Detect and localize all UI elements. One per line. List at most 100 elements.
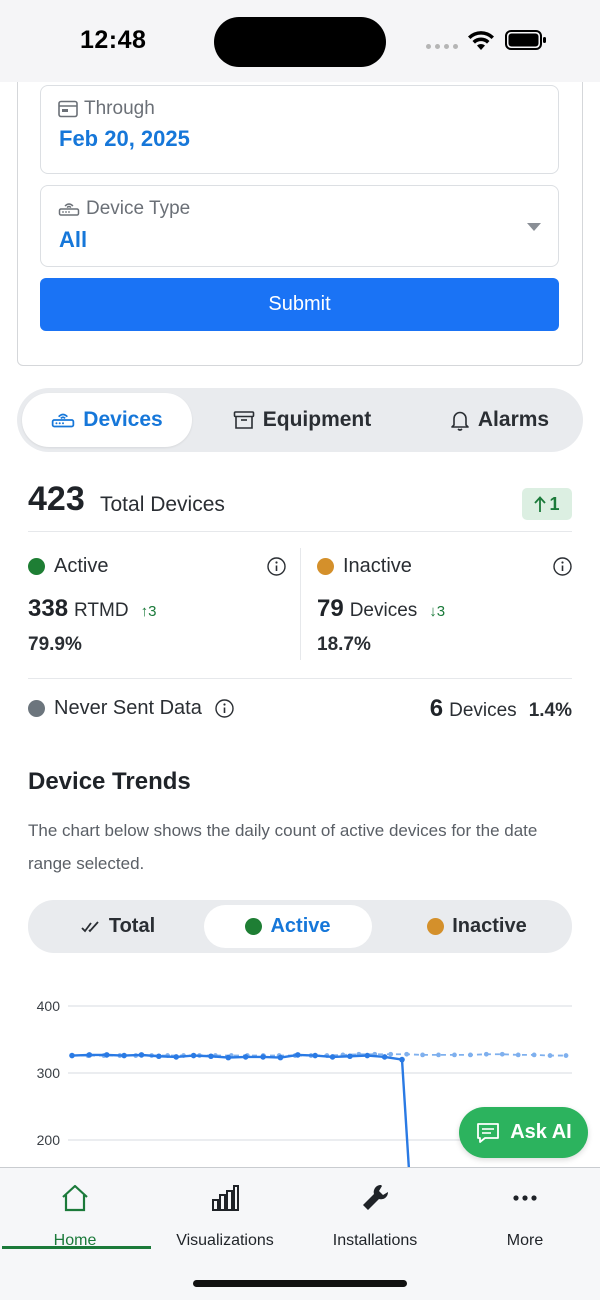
series-point-dashed bbox=[420, 1052, 425, 1058]
ask-ai-button[interactable]: Ask AI bbox=[459, 1107, 588, 1158]
chat-icon bbox=[477, 1122, 500, 1143]
series-point-dashed bbox=[531, 1052, 537, 1058]
inactive-stat: Inactive 79 Devices ↓3 18.7% bbox=[317, 548, 572, 660]
cellular-signal-icon bbox=[426, 44, 458, 49]
chart-tab-total-label: Total bbox=[108, 915, 156, 937]
nav-more[interactable]: More bbox=[450, 1168, 600, 1250]
info-icon[interactable] bbox=[553, 557, 572, 576]
bar-chart-icon bbox=[212, 1185, 239, 1211]
series-point-dashed bbox=[404, 1051, 410, 1057]
series-line-solid bbox=[71, 1053, 411, 1170]
never-sent-percent: 1.4% bbox=[528, 700, 572, 721]
archive-box-icon bbox=[233, 411, 255, 429]
series-point-dashed bbox=[483, 1051, 489, 1057]
series-point-solid bbox=[364, 1052, 371, 1059]
series-point-dashed bbox=[547, 1053, 553, 1058]
more-icon bbox=[513, 1195, 537, 1201]
total-change-badge: 1 bbox=[522, 488, 572, 520]
double-check-icon bbox=[81, 920, 99, 932]
tab-devices[interactable]: Devices bbox=[22, 393, 192, 447]
wrench-icon bbox=[363, 1184, 389, 1210]
device-trends-description: The chart below shows the daily count of… bbox=[28, 821, 538, 873]
series-point-solid bbox=[381, 1054, 388, 1060]
device-type-select[interactable]: Device Type All bbox=[40, 185, 559, 267]
app-screen: 12:48 Through Feb 20, 2025 Device Type A… bbox=[0, 0, 600, 1300]
series-point-solid bbox=[86, 1052, 93, 1058]
status-bar: 12:48 bbox=[0, 0, 600, 82]
tab-alarms[interactable]: Alarms bbox=[427, 393, 572, 447]
column-divider bbox=[300, 548, 301, 660]
through-date-field[interactable]: Through Feb 20, 2025 bbox=[40, 85, 559, 174]
device-type-label: Device Type bbox=[86, 198, 191, 219]
inactive-dot bbox=[427, 918, 445, 935]
series-point-dashed bbox=[436, 1052, 441, 1058]
series-point-solid bbox=[347, 1053, 353, 1060]
bell-icon bbox=[451, 411, 469, 431]
series-point-solid bbox=[173, 1054, 180, 1060]
inactive-count: 79 bbox=[317, 595, 344, 622]
chart-series-tabs: Total Active Inactive bbox=[28, 900, 572, 953]
total-devices-label: Total Devices bbox=[100, 493, 225, 516]
series-point-solid bbox=[138, 1052, 145, 1058]
nav-installations[interactable]: Installations bbox=[300, 1168, 450, 1250]
info-icon[interactable] bbox=[215, 699, 234, 718]
active-dot bbox=[28, 558, 45, 575]
chart-tab-active[interactable]: Active bbox=[204, 905, 372, 948]
series-point-solid bbox=[329, 1054, 336, 1060]
series-point-solid bbox=[399, 1056, 405, 1063]
inactive-dot bbox=[317, 558, 334, 575]
home-icon bbox=[62, 1184, 88, 1212]
home-indicator bbox=[193, 1280, 407, 1287]
calendar-icon bbox=[58, 100, 78, 118]
series-point-solid bbox=[294, 1052, 301, 1058]
series-point-dashed bbox=[467, 1052, 473, 1058]
active-tab-indicator bbox=[2, 1246, 151, 1249]
inactive-percent: 18.7% bbox=[317, 634, 371, 655]
y-tick-label: 300 bbox=[37, 1065, 61, 1081]
tab-alarms-label: Alarms bbox=[477, 408, 550, 431]
active-percent: 79.9% bbox=[28, 634, 82, 655]
through-label: Through bbox=[84, 98, 155, 119]
total-devices-count: 423 bbox=[28, 480, 85, 518]
active-count: 338 bbox=[28, 595, 69, 622]
nav-visualizations[interactable]: Visualizations bbox=[150, 1168, 300, 1250]
chart-tab-inactive-label: Inactive bbox=[452, 915, 527, 937]
active-dot bbox=[245, 918, 263, 935]
device-type-value: All bbox=[59, 227, 88, 252]
series-point-solid bbox=[312, 1052, 318, 1059]
active-label: Active bbox=[54, 555, 109, 577]
info-icon[interactable] bbox=[267, 557, 286, 576]
router-icon bbox=[52, 413, 75, 428]
total-devices-row: 423 Total Devices 1 bbox=[28, 478, 572, 532]
never-sent-label: Never Sent Data bbox=[54, 697, 202, 719]
inactive-change: ↓3 bbox=[429, 603, 446, 620]
chevron-down-icon[interactable] bbox=[527, 223, 541, 231]
series-point-dashed bbox=[563, 1053, 569, 1058]
chart-tab-total[interactable]: Total bbox=[38, 905, 198, 948]
series-point-solid bbox=[208, 1053, 214, 1060]
nav-installations-label: Installations bbox=[332, 1232, 418, 1249]
y-tick-label: 200 bbox=[37, 1132, 61, 1148]
series-point-solid bbox=[103, 1052, 110, 1058]
series-point-solid bbox=[121, 1052, 127, 1059]
chart-tab-inactive[interactable]: Inactive bbox=[392, 905, 562, 948]
ask-ai-label: Ask AI bbox=[510, 1121, 572, 1143]
tab-equipment-label: Equipment bbox=[262, 408, 372, 431]
series-point-solid bbox=[225, 1054, 232, 1061]
series-point-dashed bbox=[452, 1052, 457, 1058]
status-time: 12:48 bbox=[80, 26, 147, 54]
series-point-solid bbox=[260, 1054, 266, 1060]
nav-visualizations-label: Visualizations bbox=[176, 1232, 274, 1249]
device-trends-title: Device Trends bbox=[28, 768, 191, 795]
through-value: Feb 20, 2025 bbox=[59, 126, 190, 151]
battery-icon bbox=[505, 30, 546, 50]
total-change-value: 1 bbox=[549, 493, 560, 514]
series-point-dashed bbox=[499, 1051, 505, 1057]
dynamic-island bbox=[214, 17, 386, 67]
nav-home[interactable]: Home bbox=[0, 1168, 150, 1250]
tab-equipment[interactable]: Equipment bbox=[217, 393, 387, 447]
wifi-icon bbox=[468, 31, 494, 50]
submit-button[interactable]: Submit bbox=[40, 278, 559, 331]
active-change: ↑3 bbox=[140, 603, 157, 620]
never-sent-dot bbox=[28, 700, 45, 717]
